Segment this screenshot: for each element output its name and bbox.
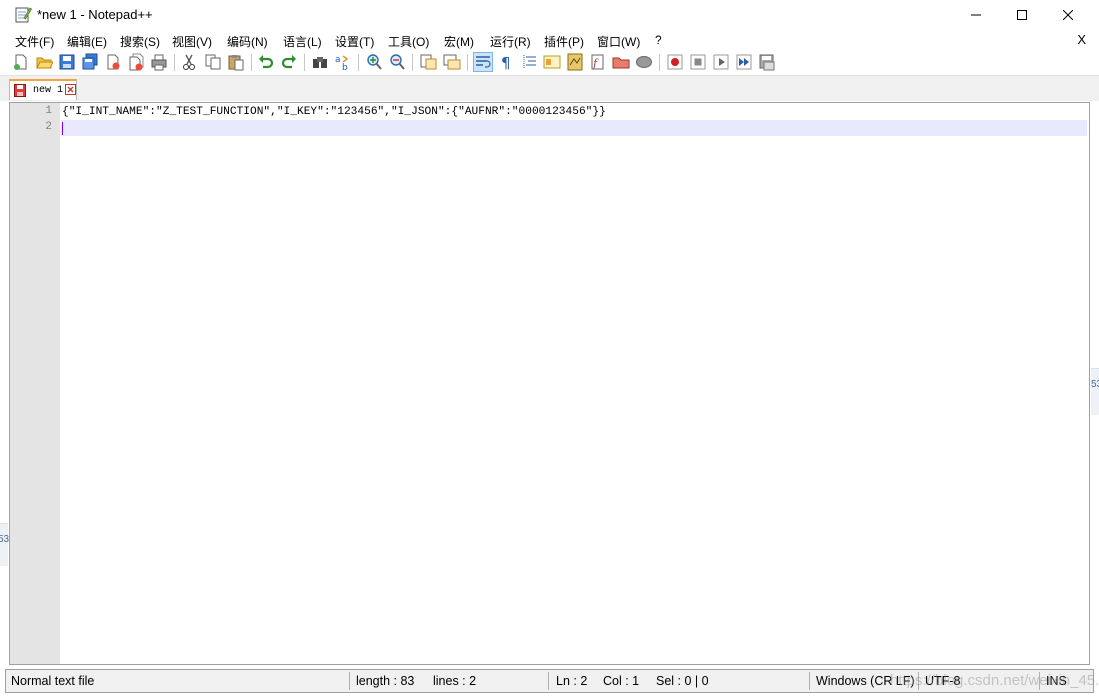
doc-map-icon[interactable] [566, 53, 584, 71]
background-window-edge: 53 [1091, 368, 1099, 415]
menu-help[interactable]: ? [655, 33, 662, 47]
indent-guide-icon[interactable] [520, 53, 538, 71]
toolbar-separator [304, 54, 305, 71]
toolbar-separator [659, 54, 660, 71]
title-bar: *new 1 - Notepad++ [0, 0, 1099, 30]
text-caret [62, 122, 63, 135]
status-selection: Sel : 0 | 0 [656, 674, 709, 688]
menu-file[interactable]: 文件(F) [15, 33, 54, 50]
line-number: 1 [45, 105, 52, 117]
close-all-icon[interactable] [127, 53, 145, 71]
svg-text:b: b [342, 63, 348, 71]
cut-icon[interactable] [180, 53, 198, 71]
status-divider [809, 672, 810, 690]
maximize-icon [1017, 10, 1027, 20]
save-icon[interactable] [58, 53, 76, 71]
menu-search[interactable]: 搜索(S) [120, 33, 160, 50]
show-all-chars-icon[interactable]: ¶ [497, 53, 515, 71]
zoom-in-icon[interactable] [365, 53, 383, 71]
tab-label: new 1 [33, 85, 64, 96]
user-language-icon[interactable] [543, 53, 561, 71]
sync-vertical-icon[interactable] [420, 53, 438, 71]
word-wrap-icon[interactable] [473, 52, 493, 72]
run-macro-multiple-icon[interactable] [735, 53, 753, 71]
close-document-button[interactable]: X [1077, 32, 1086, 47]
menu-macro[interactable]: 宏(M) [444, 33, 474, 50]
play-macro-icon[interactable] [712, 53, 730, 71]
unsaved-file-icon [14, 84, 26, 97]
redo-icon[interactable] [280, 53, 298, 71]
line-number: 2 [45, 121, 52, 133]
open-file-icon[interactable] [35, 53, 53, 71]
menu-run[interactable]: 运行(R) [490, 33, 531, 50]
menu-plugins[interactable]: 插件(P) [544, 33, 584, 50]
svg-text:¶: ¶ [501, 54, 511, 71]
code-line[interactable]: {"I_INT_NAME":"Z_TEST_FUNCTION","I_KEY":… [62, 104, 606, 120]
paste-icon[interactable] [227, 53, 245, 71]
replace-icon[interactable]: ab [334, 53, 352, 71]
status-line-number: Ln : 2 [556, 674, 588, 688]
maximize-button[interactable] [999, 0, 1045, 30]
notepad-app-icon [15, 6, 32, 23]
svg-text:a: a [335, 55, 341, 65]
toolbar-separator [174, 54, 175, 71]
tab-new-1[interactable]: new 1 [9, 79, 77, 100]
minimize-icon [971, 14, 981, 16]
record-macro-icon[interactable] [666, 53, 684, 71]
menu-window[interactable]: 窗口(W) [597, 33, 640, 50]
background-window-edge: 53 [0, 523, 9, 566]
toolbar-separator [412, 54, 413, 71]
find-icon[interactable] [311, 53, 329, 71]
save-macro-icon[interactable] [758, 53, 776, 71]
copy-icon[interactable] [204, 53, 222, 71]
monitoring-icon[interactable] [635, 53, 653, 71]
new-file-icon[interactable] [12, 53, 30, 71]
undo-icon[interactable] [257, 53, 275, 71]
status-divider [349, 672, 350, 690]
watermark: https://blog.csdn.net/weixin_45... [890, 672, 1099, 689]
status-length: length : 83 [356, 674, 415, 688]
close-window-button[interactable] [1045, 0, 1091, 30]
close-file-icon[interactable] [104, 53, 122, 71]
status-column: Col : 1 [603, 674, 640, 688]
function-list-icon[interactable]: f [589, 53, 607, 71]
print-icon[interactable] [150, 53, 168, 71]
zoom-out-icon[interactable] [388, 53, 406, 71]
tab-close-icon[interactable] [65, 84, 76, 95]
menu-edit[interactable]: 编辑(E) [67, 33, 107, 50]
folder-workspace-icon[interactable] [612, 53, 630, 71]
toolbar-separator [358, 54, 359, 71]
menu-encoding[interactable]: 编码(N) [227, 33, 268, 50]
toolbar: ab ¶ f [0, 50, 1099, 76]
status-file-type: Normal text file [11, 674, 95, 688]
save-all-icon[interactable] [81, 53, 99, 71]
menu-tools[interactable]: 工具(O) [388, 33, 429, 50]
menu-settings[interactable]: 设置(T) [335, 33, 374, 50]
window-title: *new 1 - Notepad++ [37, 7, 153, 22]
line-number-gutter: 1 2 [10, 103, 60, 664]
minimize-button[interactable] [953, 0, 999, 30]
menu-bar: 文件(F) 编辑(E) 搜索(S) 视图(V) 编码(N) 语言(L) 设置(T… [0, 30, 1099, 50]
current-line-highlight [61, 120, 1087, 136]
menu-language[interactable]: 语言(L) [283, 33, 322, 50]
menu-view[interactable]: 视图(V) [172, 33, 212, 50]
toolbar-separator [467, 54, 468, 71]
status-divider [548, 672, 549, 690]
text-editor[interactable]: 1 2 {"I_INT_NAME":"Z_TEST_FUNCTION","I_K… [9, 102, 1090, 665]
sync-horizontal-icon[interactable] [443, 53, 461, 71]
status-lines: lines : 2 [433, 674, 477, 688]
toolbar-separator [251, 54, 252, 71]
tab-bar: new 1 [0, 76, 1099, 101]
close-icon [1063, 10, 1073, 20]
stop-macro-icon[interactable] [689, 53, 707, 71]
